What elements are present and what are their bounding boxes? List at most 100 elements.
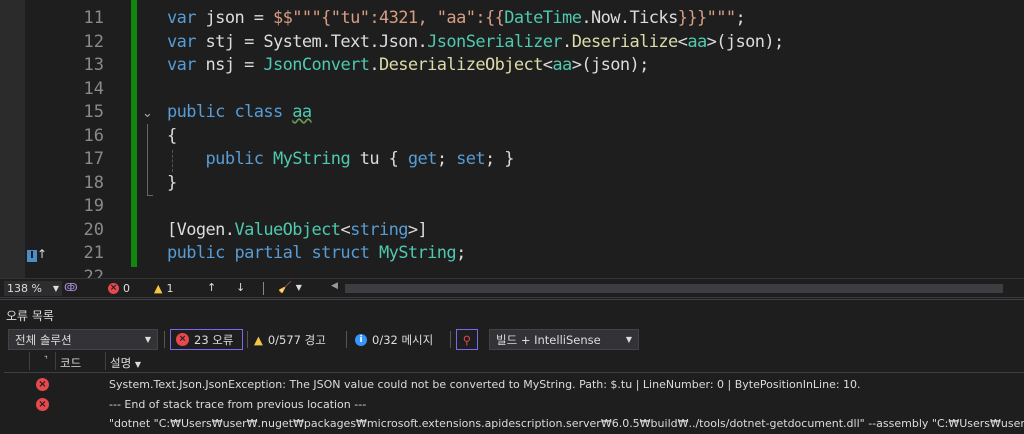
code-token: public bbox=[205, 149, 273, 169]
scope-dropdown[interactable]: 전체 솔루션 ▼ bbox=[8, 329, 158, 350]
scroll-left-button[interactable]: ◀ bbox=[331, 281, 338, 291]
code-token: public partial struct bbox=[167, 243, 379, 263]
warnings-filter-toggle[interactable]: ▲ 0/577 경고 bbox=[254, 329, 326, 350]
divider bbox=[105, 352, 106, 370]
code-line[interactable]: } bbox=[167, 173, 177, 193]
copilot-icon[interactable]: ↂ bbox=[64, 281, 78, 294]
chevron-down-icon: ▼ bbox=[625, 335, 632, 344]
error-description: --- End of stack trace from previous loc… bbox=[109, 398, 367, 411]
code-token: nsj = bbox=[205, 55, 264, 75]
scope-value: 전체 솔루션 bbox=[15, 332, 72, 347]
code-token: . bbox=[562, 31, 572, 52]
divider bbox=[29, 352, 30, 370]
implementation-indicator-icon[interactable]: I ↑ bbox=[27, 247, 47, 262]
code-line[interactable]: public partial struct MyString; bbox=[167, 243, 466, 263]
editor-status-bar: 138 % ▼ ↂ × 0 ▲ 1 ↑ ↓ 🧹 ▼ ◀ bbox=[0, 278, 1024, 298]
code-token: DateTime bbox=[504, 8, 582, 28]
code-line[interactable]: var json = $$"""{"tu":4321, "aa":{{DateT… bbox=[167, 8, 746, 28]
code-token: $$"""{"tu":4321, "aa":{{ bbox=[273, 8, 505, 28]
code-token: tu { bbox=[359, 149, 408, 169]
change-tracking-bar bbox=[131, 0, 137, 267]
error-list-header: ⌝ 코드 설명 ▼ bbox=[4, 352, 1024, 373]
code-token: string bbox=[350, 219, 408, 240]
info-icon: i bbox=[355, 333, 367, 346]
chevron-down-icon: ▼ bbox=[144, 335, 151, 344]
code-line[interactable]: public class aa bbox=[167, 102, 312, 122]
line-number: 11 bbox=[83, 8, 104, 28]
code-token: var bbox=[167, 8, 206, 28]
line-number: 21 bbox=[83, 243, 104, 263]
column-filter-icon[interactable]: ⌝ bbox=[44, 355, 48, 364]
code-line[interactable]: public MyString tu { get; set; } bbox=[167, 149, 515, 169]
messages-filter-label: 0/32 메시지 bbox=[372, 332, 434, 347]
column-header-description[interactable]: 설명 ▼ bbox=[110, 355, 141, 371]
code-token: var bbox=[167, 55, 206, 75]
code-line[interactable]: var stj = System.Text.Json.JsonSerialize… bbox=[167, 32, 784, 52]
code-token: ; bbox=[735, 8, 746, 28]
code-token: < bbox=[542, 55, 553, 75]
filter-button[interactable]: ⚲ bbox=[456, 329, 478, 350]
line-number: 15 bbox=[83, 102, 104, 122]
error-description: "dotnet "C:₩Users₩user₩.nuget₩packages₩m… bbox=[109, 417, 1024, 430]
code-token: < bbox=[340, 219, 351, 240]
errors-filter-toggle[interactable]: × 23 오류 bbox=[170, 329, 243, 350]
code-token: . bbox=[581, 8, 591, 28]
warnings-filter-label: 0/577 경고 bbox=[267, 332, 326, 347]
previous-issue-button[interactable]: ↑ bbox=[207, 281, 216, 294]
fold-guide bbox=[147, 124, 153, 196]
line-number: 14 bbox=[83, 78, 104, 99]
code-token: JsonConvert bbox=[263, 55, 370, 75]
code-token: Deserialize bbox=[571, 31, 679, 52]
divider bbox=[247, 331, 248, 348]
source-value: 빌드 + IntelliSense bbox=[496, 332, 601, 347]
code-token: } bbox=[167, 172, 177, 193]
error-count[interactable]: × 0 bbox=[108, 282, 130, 295]
messages-filter-toggle[interactable]: i 0/32 메시지 bbox=[355, 329, 433, 350]
zoom-value: 138 % bbox=[7, 282, 42, 295]
next-issue-button[interactable]: ↓ bbox=[236, 281, 245, 294]
column-header-code[interactable]: 코드 bbox=[60, 355, 81, 371]
code-token: ValueObject bbox=[234, 219, 341, 240]
source-dropdown[interactable]: 빌드 + IntelliSense ▼ bbox=[489, 329, 639, 350]
code-token: Now bbox=[590, 8, 621, 28]
error-row[interactable]: × --- End of stack trace from previous lo… bbox=[0, 395, 1024, 415]
warning-count[interactable]: ▲ 1 bbox=[154, 282, 173, 295]
collapse-chevron-icon[interactable]: ⌄ bbox=[142, 106, 153, 121]
line-number: 18 bbox=[83, 172, 104, 193]
error-description: System.Text.Json.JsonException: The JSON… bbox=[109, 378, 861, 391]
divider bbox=[450, 331, 451, 348]
line-number: 17 bbox=[83, 149, 104, 169]
line-number: 22 bbox=[83, 266, 104, 279]
code-line[interactable]: { bbox=[167, 126, 177, 146]
code-token: ; } bbox=[485, 149, 515, 169]
divider bbox=[55, 352, 56, 370]
code-token: DeserializeObject bbox=[378, 55, 543, 75]
divider bbox=[263, 282, 264, 295]
error-icon: × bbox=[36, 398, 49, 411]
column-header-label: 설명 bbox=[110, 356, 132, 370]
line-number: 13 bbox=[83, 55, 104, 75]
chevron-down-icon: ▼ bbox=[52, 284, 59, 293]
code-token: aa bbox=[687, 31, 707, 52]
code-token: >(json); bbox=[706, 31, 785, 52]
horizontal-scrollbar[interactable] bbox=[345, 284, 1003, 293]
code-cleanup-button[interactable]: 🧹 ▼ bbox=[278, 281, 302, 294]
zoom-dropdown[interactable]: 138 % ▼ bbox=[4, 281, 62, 296]
code-token: aa bbox=[552, 55, 572, 75]
warning-icon: ▲ bbox=[154, 282, 163, 295]
error-row[interactable]: × System.Text.Json.JsonException: The JSO… bbox=[0, 375, 1024, 395]
code-token: . bbox=[369, 55, 379, 75]
line-number: 19 bbox=[83, 196, 104, 216]
error-list-panel: 오류 목록 전체 솔루션 ▼ × 23 오류 ▲ 0/577 경고 i 0/32 메시지… bbox=[0, 299, 1024, 431]
error-count-value: 0 bbox=[123, 282, 130, 295]
code-line[interactable]: [Vogen.ValueObject<string>] bbox=[167, 219, 428, 240]
code-token: [Vogen. bbox=[167, 219, 235, 240]
code-token: aa bbox=[292, 102, 312, 122]
indicator-margin bbox=[0, 0, 25, 278]
code-token: MyString bbox=[378, 243, 457, 263]
code-line[interactable]: var nsj = JsonConvert.DeserializeObject<… bbox=[167, 55, 649, 75]
code-token: }}}""" bbox=[677, 8, 736, 28]
error-row-continuation[interactable]: "dotnet "C:₩Users₩user₩.nuget₩packages₩m… bbox=[0, 414, 1024, 434]
code-editor[interactable]: I ↑ ⌄ 11 var json = $$"""{"tu":4321, "aa":… bbox=[0, 0, 1024, 278]
